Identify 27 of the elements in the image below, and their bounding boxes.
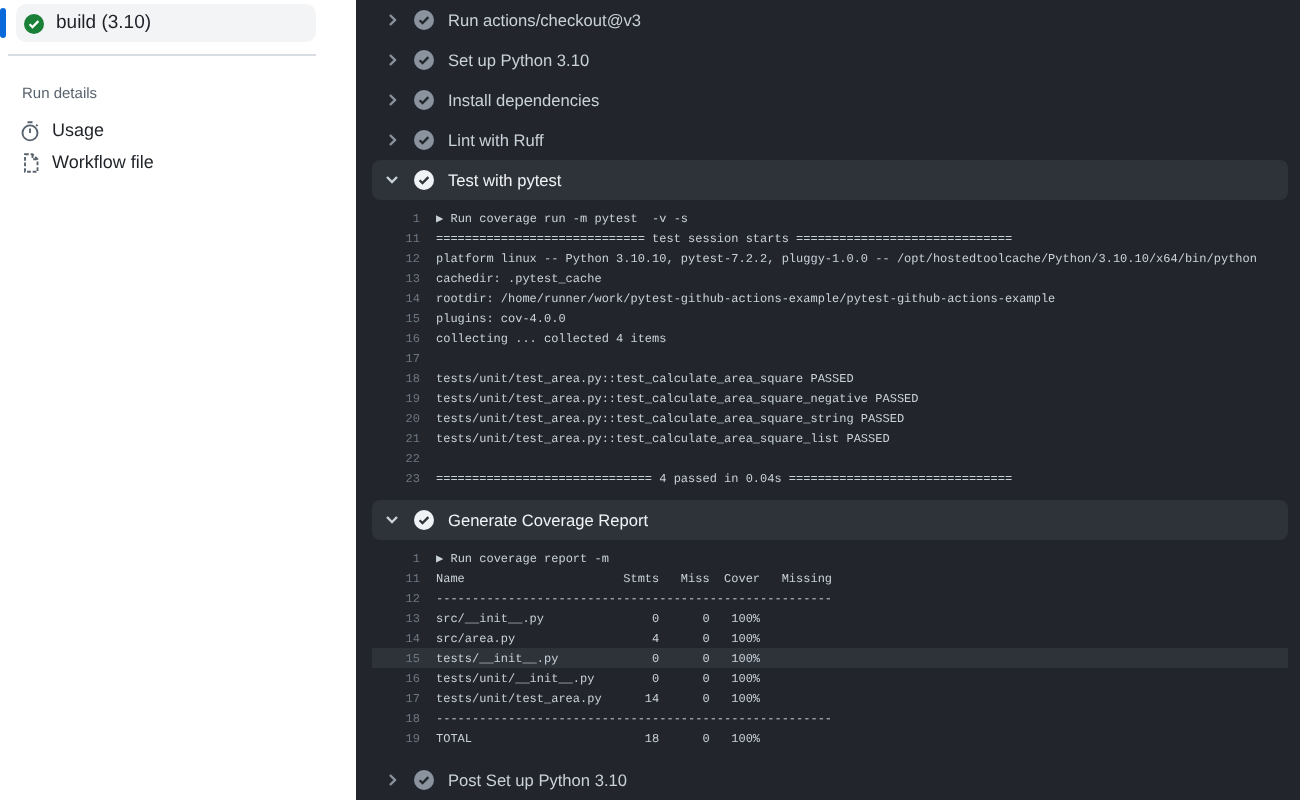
chevron-down-icon [384, 172, 400, 188]
step-header[interactable]: Run actions/checkout@v3 [372, 0, 1288, 40]
job-label: build (3.10) [56, 12, 152, 34]
chevron-right-icon [384, 772, 400, 788]
chevron-down-icon [384, 512, 400, 528]
check-circle-icon [24, 13, 44, 33]
check-circle-icon [414, 130, 434, 150]
chevron-right-icon [384, 132, 400, 148]
check-circle-icon [414, 770, 434, 790]
sidebar-item[interactable]: Workflow file [20, 146, 316, 178]
check-circle-icon [414, 50, 434, 70]
file-icon [20, 151, 40, 173]
sidebar-item[interactable]: Usage [20, 114, 316, 146]
chevron-right-icon [384, 52, 400, 68]
check-circle-icon [414, 510, 434, 530]
check-circle-icon [414, 10, 434, 30]
check-circle-icon [414, 170, 434, 190]
chevron-right-icon [384, 92, 400, 108]
step-header[interactable]: Lint with Ruff [372, 120, 1288, 160]
check-circle-icon [414, 90, 434, 110]
step-header[interactable]: Test with pytest [372, 160, 1288, 200]
step-header[interactable]: Set up Python 3.10 [372, 40, 1288, 80]
stopwatch-icon [20, 119, 40, 141]
step-header[interactable]: Post Set up Python 3.10 [372, 760, 1288, 800]
chevron-right-icon [384, 12, 400, 28]
step-header[interactable]: Install dependencies [372, 80, 1288, 120]
step-header[interactable]: Generate Coverage Report [372, 500, 1288, 540]
